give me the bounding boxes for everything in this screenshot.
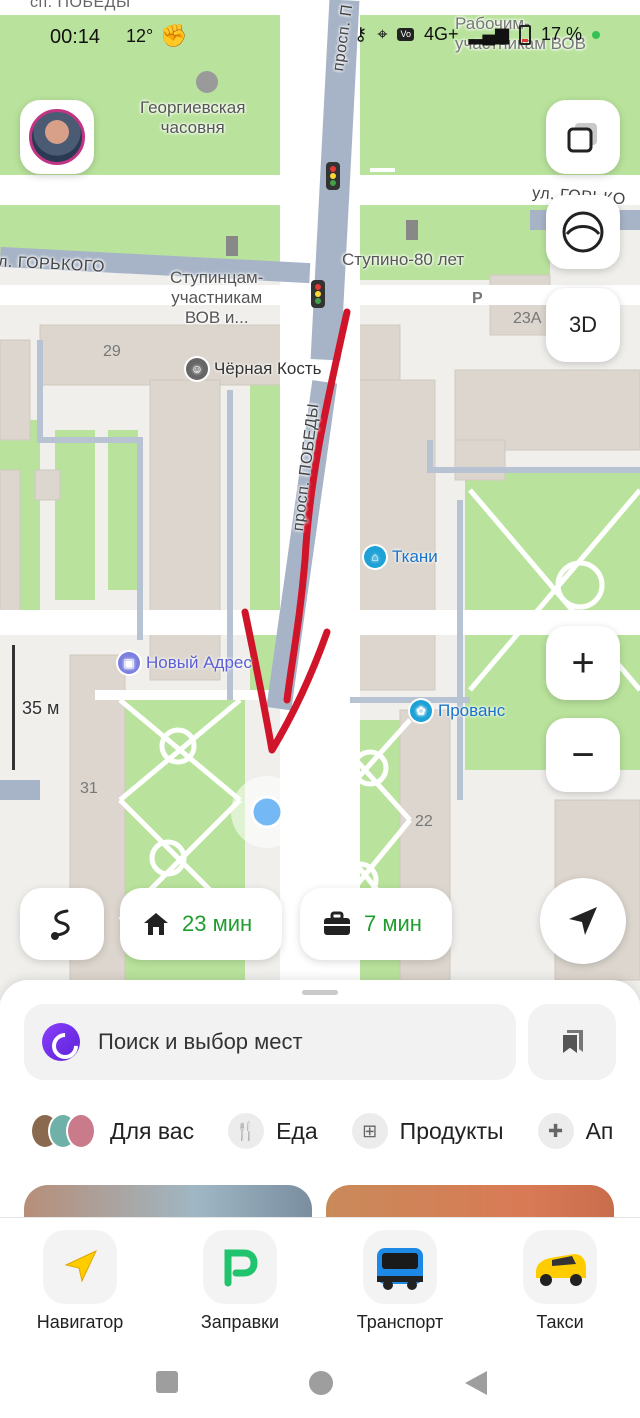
flower-icon: ✿ bbox=[410, 700, 432, 722]
house-number-31: 31 bbox=[80, 780, 98, 797]
category-chips: Для вас 🍴 Еда ⊞ Продукты ✚ Ап bbox=[30, 1113, 613, 1149]
key-icon: ⚷ bbox=[354, 24, 368, 44]
category-groceries-label: Продукты bbox=[399, 1117, 504, 1144]
category-groceries[interactable]: ⊞ Продукты bbox=[351, 1113, 504, 1149]
route-home-button[interactable]: 23 мин bbox=[120, 888, 282, 960]
status-temperature: 12° bbox=[126, 26, 154, 46]
navigator-arrow-icon bbox=[43, 1230, 117, 1304]
poi-provans-label: Прованс bbox=[438, 701, 506, 720]
zoom-in-button[interactable]: + bbox=[546, 626, 620, 700]
poi-new-address-label: Новый Адрес bbox=[146, 653, 252, 672]
alice-icon[interactable] bbox=[42, 1023, 80, 1061]
route-squiggle-icon bbox=[51, 909, 70, 940]
basket-icon: ⊞ bbox=[351, 1113, 388, 1149]
layers-icon bbox=[567, 123, 597, 153]
category-food-label: Еда bbox=[276, 1117, 318, 1144]
my-location-button[interactable] bbox=[540, 878, 626, 964]
poi-black-bone-label: Чёрная Кость bbox=[214, 359, 322, 378]
avatar bbox=[29, 109, 85, 165]
alice-orb-button[interactable] bbox=[546, 195, 620, 269]
app-transport[interactable]: Транспорт bbox=[330, 1230, 470, 1333]
profile-button[interactable] bbox=[20, 100, 94, 174]
search-placeholder: Поиск и выбор мест bbox=[98, 1029, 303, 1054]
location-pin-icon: ⌖ bbox=[377, 24, 388, 44]
house-number-29: 29 bbox=[103, 343, 121, 360]
app-taxi[interactable]: Такси bbox=[490, 1230, 630, 1333]
orb-icon bbox=[562, 211, 604, 253]
app-navigator-label: Навигатор bbox=[36, 1312, 124, 1332]
home-icon bbox=[144, 913, 168, 935]
recents-button[interactable] bbox=[155, 1370, 179, 1394]
app-navigator[interactable]: Навигатор bbox=[10, 1230, 150, 1333]
route-work-time: 7 мин bbox=[364, 911, 422, 936]
category-pharmacy[interactable]: ✚ Ап bbox=[537, 1113, 614, 1149]
parking-label: P bbox=[472, 290, 483, 307]
category-for-you[interactable]: Для вас bbox=[30, 1113, 194, 1149]
scale-bar bbox=[12, 645, 15, 770]
location-dot bbox=[250, 795, 284, 829]
house-number-23a: 23А bbox=[513, 310, 542, 327]
fork-knife-icon: 🍴 bbox=[228, 1113, 265, 1149]
layers-button[interactable] bbox=[546, 100, 620, 174]
volte-icon: Vo bbox=[397, 28, 414, 41]
bus-icon bbox=[363, 1230, 437, 1304]
status-network: 4G+ bbox=[423, 24, 459, 44]
poi-tkani-label: Ткани bbox=[392, 547, 438, 566]
category-pharmacy-label: Ап bbox=[585, 1117, 614, 1144]
briefcase-icon: ▣ bbox=[118, 652, 140, 674]
status-time: 00:14 bbox=[50, 26, 101, 48]
poi-provans[interactable]: ✿ Прованс bbox=[410, 700, 505, 722]
shopping-bag-icon: ⌂ bbox=[364, 546, 386, 568]
category-for-you-label: Для вас bbox=[110, 1117, 195, 1144]
location-arrow-icon bbox=[569, 907, 597, 935]
poi-black-bone[interactable]: ☺ Чёрная Кость bbox=[186, 358, 322, 380]
fist-icon: ✊ bbox=[160, 23, 188, 48]
monument-right-label[interactable]: Ступино-80 лет bbox=[342, 250, 464, 270]
minus-icon: − bbox=[571, 733, 595, 777]
zoom-out-button[interactable]: − bbox=[546, 718, 620, 792]
poi-new-address[interactable]: ▣ Новый Адрес bbox=[118, 652, 252, 674]
routes-button[interactable] bbox=[20, 888, 104, 960]
system-nav-bar bbox=[0, 1358, 640, 1418]
home-nav-button[interactable] bbox=[308, 1370, 334, 1396]
status-battery: 17 % bbox=[540, 24, 582, 44]
route-work-button[interactable]: 7 мин bbox=[300, 888, 452, 960]
scale-label: 35 м bbox=[22, 698, 60, 718]
route-home-time: 23 мин bbox=[182, 911, 253, 936]
category-food[interactable]: 🍴 Еда bbox=[228, 1113, 318, 1149]
street-pobedy-top-left: сп. ПОБЕДЫ bbox=[30, 0, 131, 11]
photos-icon bbox=[30, 1113, 96, 1149]
back-nav-button[interactable] bbox=[463, 1370, 489, 1396]
privacy-dot-icon bbox=[592, 30, 600, 39]
map-canvas bbox=[0, 0, 640, 1000]
restaurant-icon: ☺ bbox=[186, 358, 208, 380]
bookmarks-button[interactable] bbox=[528, 1004, 616, 1080]
battery-icon bbox=[518, 24, 531, 45]
app-fuel[interactable]: Заправки bbox=[170, 1230, 310, 1333]
bottom-sheet[interactable]: Поиск и выбор мест Для вас 🍴 Еда ⊞ Проду… bbox=[0, 980, 640, 1418]
map-view[interactable]: Георгиевская часовня Ступинцам- участник… bbox=[0, 0, 640, 1000]
plus-icon: ✚ bbox=[537, 1113, 574, 1149]
app-fuel-label: Заправки bbox=[200, 1312, 280, 1332]
briefcase-icon bbox=[324, 911, 350, 935]
monument-left-label[interactable]: Ступинцам- участникам ВОВ и... bbox=[170, 268, 263, 328]
app-transport-label: Транспорт bbox=[356, 1312, 444, 1332]
status-bar: 00:14 12° ✊ ⚷ ⌖ Vo 4G+ ▂▄▆ 17 % bbox=[0, 18, 640, 58]
apps-bar: Навигатор Заправки Транспорт Такси bbox=[0, 1217, 640, 1357]
taxi-icon bbox=[523, 1230, 597, 1304]
signal-icon: ▂▄▆ bbox=[468, 24, 509, 44]
plus-icon: + bbox=[571, 641, 595, 685]
search-bar[interactable]: Поиск и выбор мест bbox=[24, 1004, 516, 1080]
sheet-grabber[interactable] bbox=[302, 990, 338, 995]
app-taxi-label: Такси bbox=[536, 1312, 584, 1332]
poi-tkani[interactable]: ⌂ Ткани bbox=[364, 546, 438, 568]
chapel-label[interactable]: Георгиевская часовня bbox=[140, 98, 245, 138]
bookmarks-icon bbox=[561, 1030, 583, 1057]
fuel-p-icon bbox=[203, 1230, 277, 1304]
house-number-22: 22 bbox=[415, 813, 433, 830]
view-3d-button[interactable]: 3D bbox=[546, 288, 620, 362]
